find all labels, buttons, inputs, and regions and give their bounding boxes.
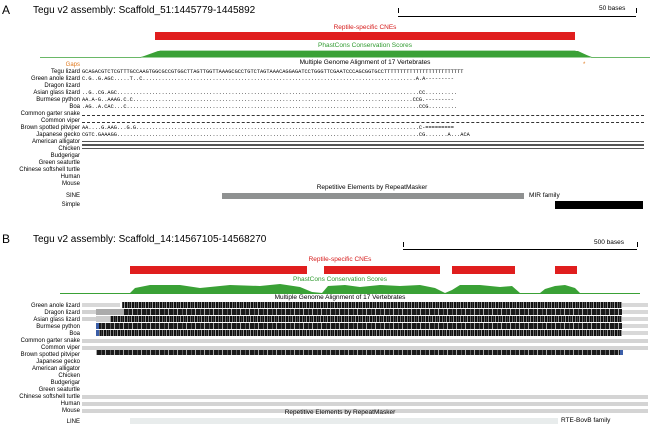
sequence-anole: C.G..G.AGC.....T..C.....................… [82,76,454,82]
cne-bar [452,266,515,274]
cne-bar [130,266,307,274]
sine-repeat-bar [222,193,524,199]
gaps-label: Gaps [65,62,80,68]
alignment-missing-line [82,145,644,149]
scale-line [403,249,637,250]
sequence-tegu: GCAGACGTCTCGTTTGCCAAGTGGCGCCGTGGCTTAGTTG… [82,69,464,75]
scale-tick-left [398,8,399,13]
cne-track-label: Reptile-specific CNEs [333,24,397,31]
maf-track-label: Multiple Genome Alignment of 17 Vertebra… [299,59,431,66]
species-label: Japanese gecko [36,132,80,138]
repeat-track-label: Repetitive Elements by RepeatMasker [284,409,396,416]
species-label: Chicken [58,146,80,152]
line-repeat-bar [130,418,558,424]
species-label: American alligator [31,139,80,145]
repeat-class-label: LINE [66,419,80,425]
scale-tick-right [636,8,637,13]
scale-label: 50 bases [599,5,626,12]
cne-track-label: Reptile-specific CNEs [308,256,372,263]
species-label: Green seaturtle [38,160,80,166]
species-label: Chinese softshell turtle [19,167,80,173]
phastcons-track-label: PhastCons Conservation Scores [318,42,412,49]
repeat-class-label: Simple [61,202,80,208]
species-label: Common viper [40,118,80,124]
panel-title: Tegu v2 assembly: Scaffold_14:14567105-1… [33,234,267,245]
species-label: Budgerigar [50,153,80,159]
species-label: Asian glass lizard [33,90,80,96]
alignment-gap-line [82,115,644,116]
gap-marker: * [583,62,586,68]
scale-line [398,16,636,17]
species-label: Tegu lizard [50,69,80,75]
species-label: Brown spotted pitviper [20,125,80,131]
cne-bar [555,266,577,274]
panel-letter: B [2,232,11,246]
alignment-gap-line [82,122,644,123]
scale-label: 500 bases [594,239,624,246]
panel-title: Tegu v2 assembly: Scaffold_51:1445779-14… [33,5,256,16]
simple-repeat-bar [555,201,643,209]
sequence-boa: .AG..A.CAC...C..........................… [82,104,458,110]
species-label: Green anole lizard [30,76,80,82]
sequence-python: AA.A-G..AAAG.C.C........................… [82,97,454,103]
cne-bar [324,266,440,274]
sequence-glass-lizard: ..G..CG.AGC.............................… [82,90,458,96]
panel-letter: A [2,3,11,17]
species-label: Boa [69,104,80,110]
sequence-gecko: CGTC.GAAAGG.............................… [82,132,470,138]
scale-tick-right [637,242,638,247]
repeat-family-label: RTE-BovB family [561,417,611,424]
species-label: Human [60,174,80,180]
species-label: Burmese python [36,97,80,103]
repeat-class-label: SINE [65,193,80,199]
repeat-track-label: Repetitive Elements by RepeatMasker [316,184,428,191]
scale-tick-left [403,242,404,247]
phastcons-graph-a [40,50,650,58]
repeat-family-label: MIR family [529,192,560,199]
phastcons-graph-b [60,284,640,294]
species-label: Mouse [61,181,80,187]
cne-bar [155,32,575,40]
species-label: Common garter snake [20,111,80,117]
species-label: Dragon lizard [44,83,80,89]
alignment-density-b [82,302,648,413]
sequence-pitviper: AA....G.AAG...G.G.......................… [82,125,454,131]
